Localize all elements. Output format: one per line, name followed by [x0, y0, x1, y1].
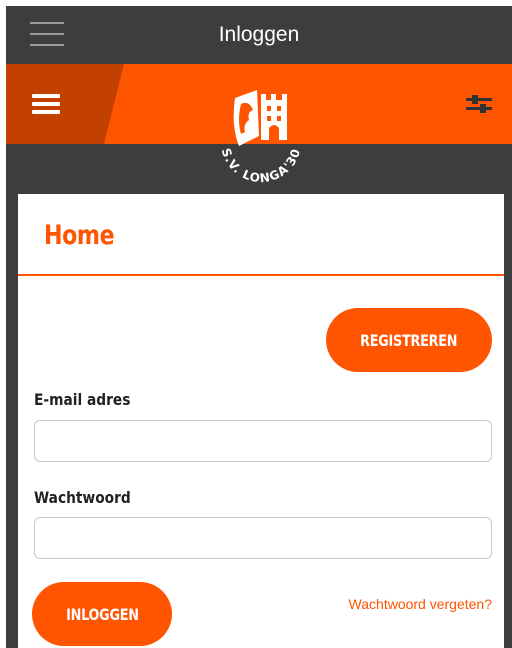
- logo-text: S.V. LONGA'30: [219, 146, 304, 185]
- login-button-label: INLOGGEN: [65, 604, 139, 624]
- app-frame: Inloggen S.V. LONGA'30 Home REGISTREREN …: [6, 6, 512, 648]
- sliders-icon[interactable]: [464, 94, 494, 114]
- login-card: Home REGISTREREN E-mail adres Wachtwoord…: [18, 194, 504, 648]
- title-divider: [18, 274, 504, 276]
- club-logo: S.V. LONGA'30: [211, 76, 311, 194]
- email-label: E-mail adres: [34, 390, 131, 409]
- menu-panel: [6, 64, 124, 144]
- login-button[interactable]: INLOGGEN: [32, 582, 172, 646]
- password-field[interactable]: [34, 517, 492, 559]
- window-title: Inloggen: [218, 23, 300, 46]
- hamburger-menu-icon[interactable]: [32, 94, 60, 114]
- page-title: Home: [44, 220, 115, 251]
- email-field[interactable]: [34, 420, 492, 462]
- password-label: Wachtwoord: [34, 488, 131, 507]
- register-button-label: REGISTREREN: [360, 330, 458, 350]
- forgot-password-link[interactable]: Wachtwoord vergeten?: [349, 596, 492, 612]
- register-button[interactable]: REGISTREREN: [326, 308, 492, 372]
- top-bar: Inloggen: [6, 6, 512, 64]
